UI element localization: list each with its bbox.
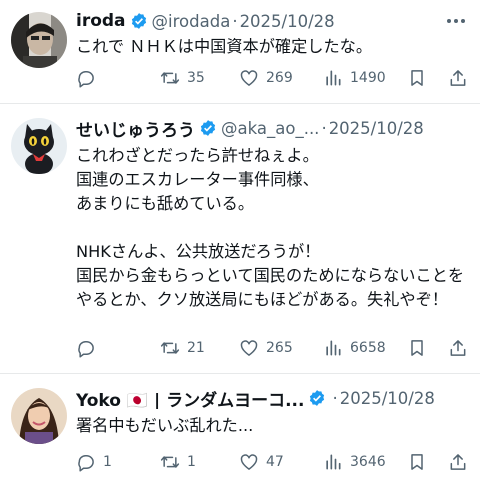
views-count: 6658 (350, 340, 386, 356)
tweet[interactable]: せいじゅうろう @aka_ao_... · 2025/10/28 これわざとだっ… (0, 104, 480, 374)
reply-icon (78, 341, 94, 358)
views-icon (326, 340, 341, 356)
like-count: 47 (266, 454, 284, 470)
share-button[interactable] (448, 66, 468, 90)
reply-button[interactable]: 1 (76, 450, 112, 474)
action-bar: 21 265 6658 (76, 336, 466, 360)
bookmark-icon (411, 340, 423, 356)
retweet-icon (160, 342, 180, 354)
share-icon (450, 340, 466, 356)
like-button[interactable]: 269 (239, 66, 293, 90)
share-button[interactable] (448, 450, 468, 474)
like-icon (240, 70, 258, 86)
like-button[interactable]: 265 (239, 336, 293, 360)
verified-badge-icon (131, 13, 146, 29)
timestamp[interactable]: 2025/10/28 (329, 119, 424, 138)
tweet-text: これわざとだったら許せねぇよ。 国連のエスカレーター事件同様、 あまりにも舐めて… (76, 146, 465, 309)
retweet-icon (160, 456, 180, 468)
retweet-icon (160, 72, 180, 84)
bookmark-icon (411, 70, 423, 86)
avatar[interactable] (11, 12, 67, 68)
tweet[interactable]: Yoko 🇯🇵 | ランダムヨーコ... · 2025/10/28 署名中もだい… (0, 374, 480, 478)
action-bar: 35 269 1490 (76, 66, 466, 90)
more-icon[interactable] (446, 17, 466, 25)
reply-button[interactable] (76, 336, 103, 360)
like-icon (240, 454, 258, 470)
tweet-header: Yoko 🇯🇵 | ランダムヨーコ... · 2025/10/28 (76, 387, 440, 410)
retweet-button[interactable]: 21 (160, 336, 205, 360)
retweet-count: 1 (187, 454, 196, 470)
reply-icon (78, 71, 94, 88)
timestamp[interactable]: 2025/10/28 (340, 389, 435, 408)
views-count: 3646 (350, 454, 386, 470)
share-icon (450, 454, 466, 470)
display-name[interactable]: せいじゅうろう (76, 117, 195, 140)
reply-button[interactable] (76, 66, 103, 90)
retweet-button[interactable]: 35 (160, 66, 205, 90)
like-count: 269 (266, 70, 293, 86)
handle[interactable]: @aka_ao_... (221, 119, 319, 138)
tweet-text: 署名中もだいぶ乱れた... (76, 416, 254, 435)
retweet-count: 35 (187, 70, 205, 86)
views-icon (326, 70, 341, 86)
views-icon (326, 454, 341, 470)
views-button[interactable]: 1490 (323, 66, 386, 90)
like-button[interactable]: 47 (239, 450, 284, 474)
bookmark-button[interactable] (407, 66, 427, 90)
display-name[interactable]: Yoko 🇯🇵 | ランダムヨーコ... (76, 387, 304, 410)
timestamp[interactable]: 2025/10/28 (240, 12, 335, 31)
separator: · (321, 118, 327, 138)
views-button[interactable]: 6658 (323, 336, 386, 360)
avatar[interactable] (11, 118, 67, 174)
like-count: 265 (266, 340, 293, 356)
views-count: 1490 (350, 70, 386, 86)
tweet-text: これで ＮＨＫは中国資本が確定したな。 (76, 37, 373, 56)
separator: · (232, 11, 238, 31)
retweet-count: 21 (187, 340, 205, 356)
tweet[interactable]: iroda @irodada · 2025/10/28 これで ＮＨＫは中国資本… (0, 0, 480, 104)
tweet-header: せいじゅうろう @aka_ao_... · 2025/10/28 (76, 117, 440, 140)
avatar[interactable] (11, 388, 67, 444)
action-bar: 1 1 47 3646 (76, 450, 466, 474)
handle[interactable]: @irodada (152, 12, 231, 31)
retweet-button[interactable]: 1 (160, 450, 196, 474)
tweet-header: iroda @irodada · 2025/10/28 (76, 10, 440, 32)
reply-icon (78, 455, 94, 472)
verified-badge-icon (200, 120, 216, 136)
share-button[interactable] (448, 336, 468, 360)
like-icon (240, 340, 258, 356)
views-button[interactable]: 3646 (323, 450, 386, 474)
bookmark-button[interactable] (407, 336, 427, 360)
display-name[interactable]: iroda (76, 11, 126, 31)
bookmark-icon (411, 454, 423, 470)
share-icon (450, 70, 466, 86)
verified-badge-icon (310, 390, 325, 406)
bookmark-button[interactable] (407, 450, 427, 474)
reply-count: 1 (103, 454, 112, 470)
separator: · (332, 388, 338, 408)
